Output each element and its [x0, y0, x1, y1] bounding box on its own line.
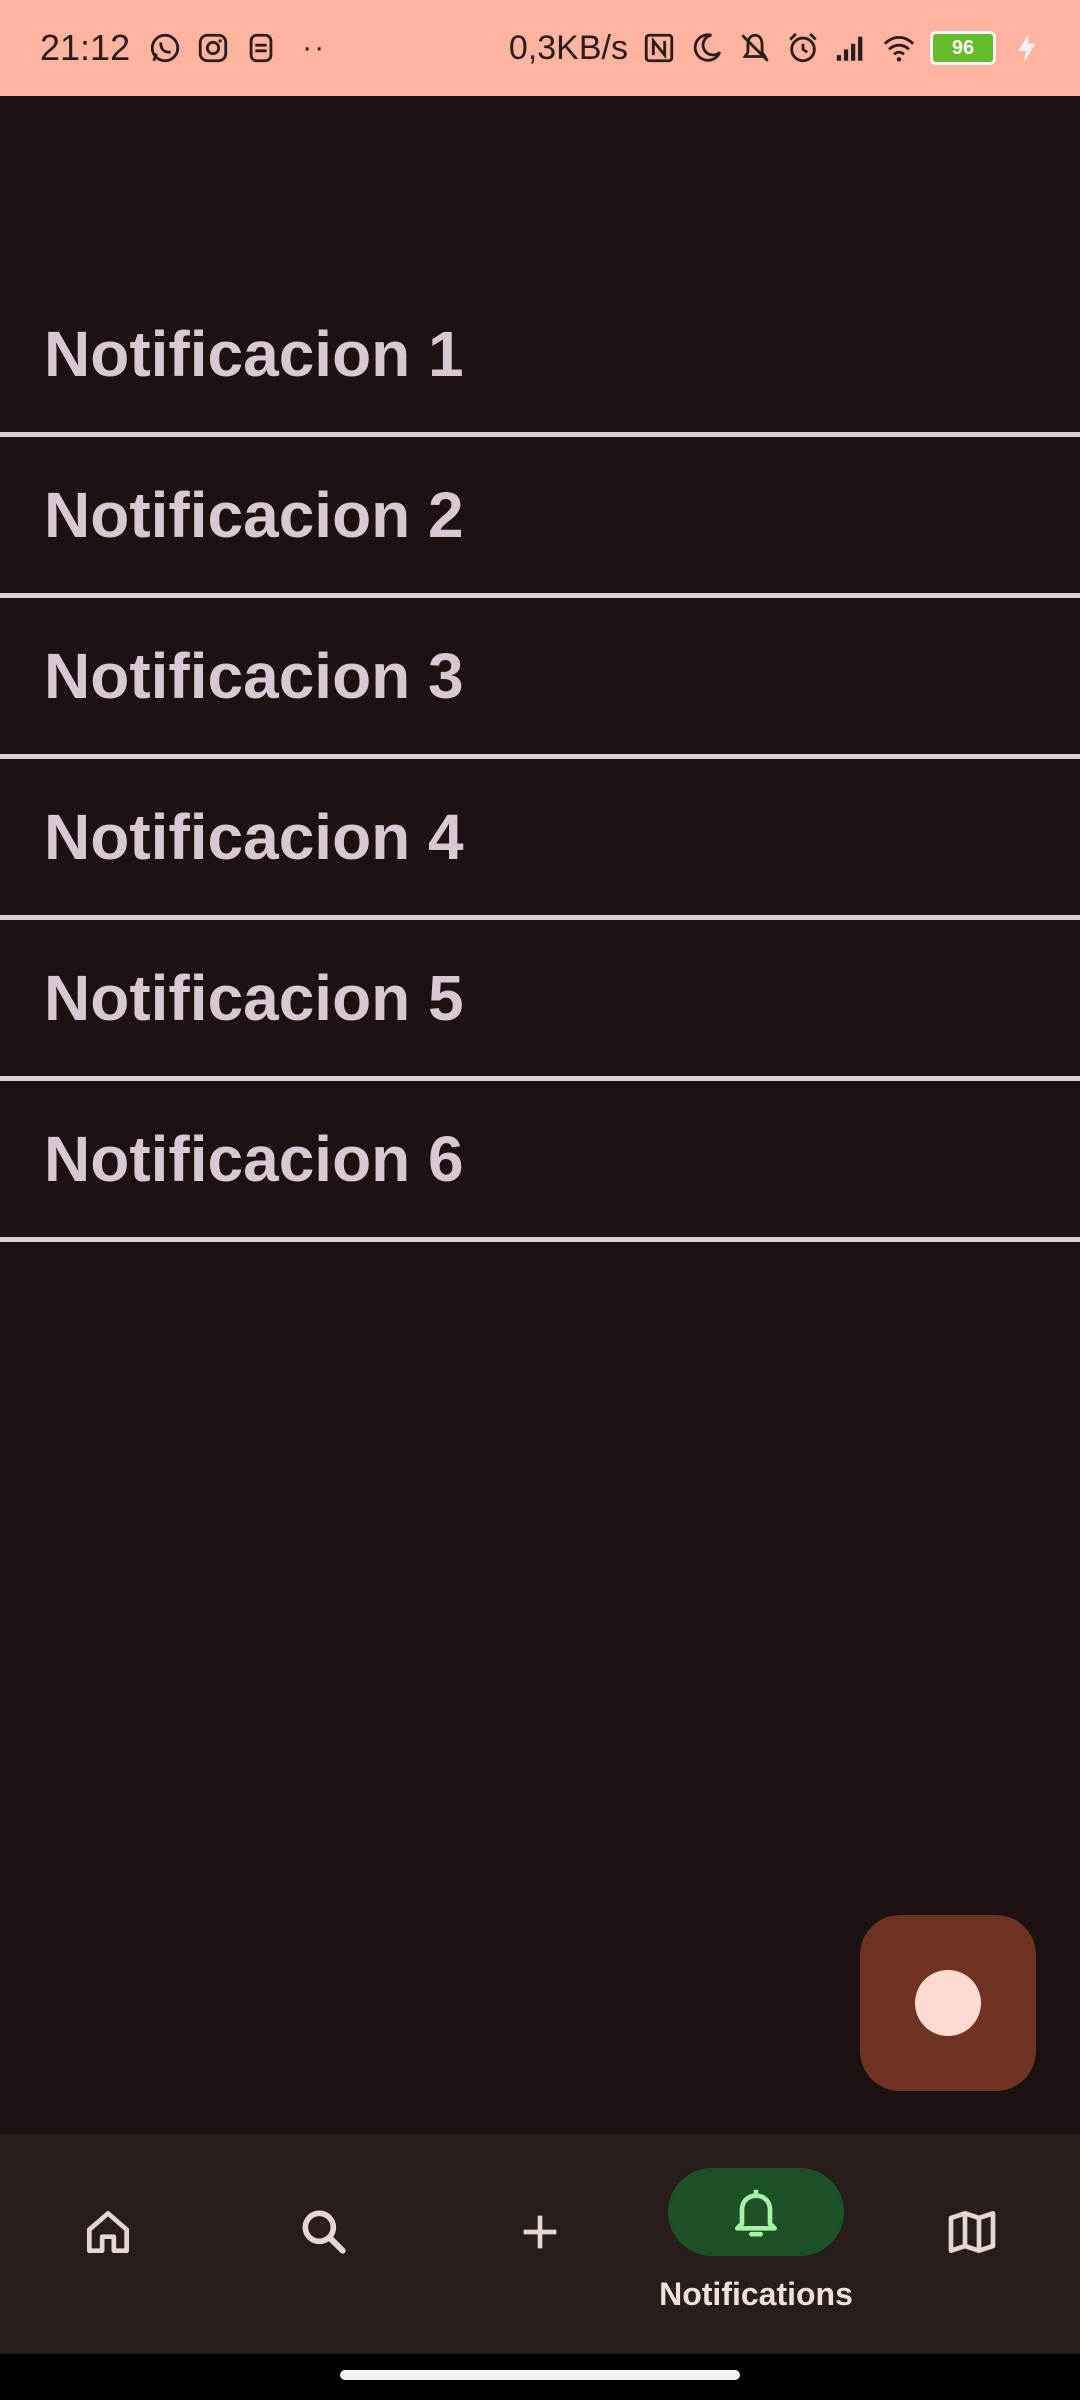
net-speed: 0,3KB/s — [508, 28, 628, 67]
status-bar-right: 0,3KB/s 96 — [509, 29, 1044, 68]
list-item[interactable]: Notificacion 1 — [0, 276, 1080, 437]
notification-list: Notificacion 1 Notificacion 2 Notificaci… — [0, 276, 1080, 1242]
status-bar-left: 21:12 ·· — [40, 27, 509, 69]
nav-icon-container — [236, 2188, 412, 2276]
status-time: 21:12 — [40, 27, 131, 68]
whatsapp-icon — [150, 33, 180, 63]
notification-label: Notificacion 3 — [44, 640, 464, 712]
instagram-icon — [198, 33, 228, 63]
status-bar: 21:12 ·· 0,3KB/s 96 — [0, 0, 1080, 96]
notifications-screen: Notificacion 1 Notificacion 2 Notificaci… — [0, 96, 1080, 2134]
nav-item-search[interactable] — [216, 2134, 432, 2354]
list-item[interactable]: Notificacion 5 — [0, 920, 1080, 1081]
map-icon — [948, 2211, 996, 2253]
notification-label: Notificacion 4 — [44, 801, 464, 873]
nav-icon-container — [884, 2188, 1060, 2276]
notification-label: Notificacion 2 — [44, 479, 464, 551]
signal-icon — [836, 36, 863, 61]
list-item[interactable]: Notificacion 6 — [0, 1081, 1080, 1242]
nav-icon-container — [452, 2188, 628, 2276]
vibrate-off-icon — [741, 33, 769, 62]
record-fab-button[interactable] — [860, 1915, 1036, 2091]
notification-label: Notificacion 1 — [44, 318, 464, 390]
search-icon — [302, 2210, 346, 2254]
charging-icon — [1018, 33, 1036, 63]
nav-label-notifications: Notifications — [659, 2276, 853, 2312]
wifi-icon — [883, 35, 915, 62]
bottom-navigation: Notifications — [0, 2134, 1080, 2354]
app-icon — [249, 33, 273, 63]
nav-active-indicator — [668, 2168, 844, 2256]
list-item[interactable]: Notificacion 4 — [0, 759, 1080, 920]
list-item[interactable]: Notificacion 3 — [0, 598, 1080, 759]
more-notifications-indicator: ·· — [302, 31, 327, 64]
home-icon — [87, 2211, 129, 2253]
notification-label: Notificacion 5 — [44, 962, 464, 1034]
nav-item-notifications[interactable]: Notifications — [648, 2134, 864, 2354]
nav-icon-container — [20, 2188, 196, 2276]
alarm-icon — [789, 32, 817, 63]
nav-item-home[interactable] — [0, 2134, 216, 2354]
list-item[interactable]: Notificacion 2 — [0, 437, 1080, 598]
nav-item-add[interactable] — [432, 2134, 648, 2354]
notification-label: Notificacion 6 — [44, 1123, 464, 1195]
add-icon — [523, 2215, 557, 2249]
record-icon — [915, 1970, 981, 2036]
home-gesture-handle[interactable] — [340, 2370, 740, 2380]
moon-icon — [693, 33, 722, 62]
nfc-icon — [644, 33, 674, 63]
nav-item-map[interactable] — [864, 2134, 1080, 2354]
battery-icon: 96 — [930, 31, 996, 65]
system-gesture-area — [0, 2354, 1080, 2400]
bell-icon — [735, 2189, 777, 2237]
